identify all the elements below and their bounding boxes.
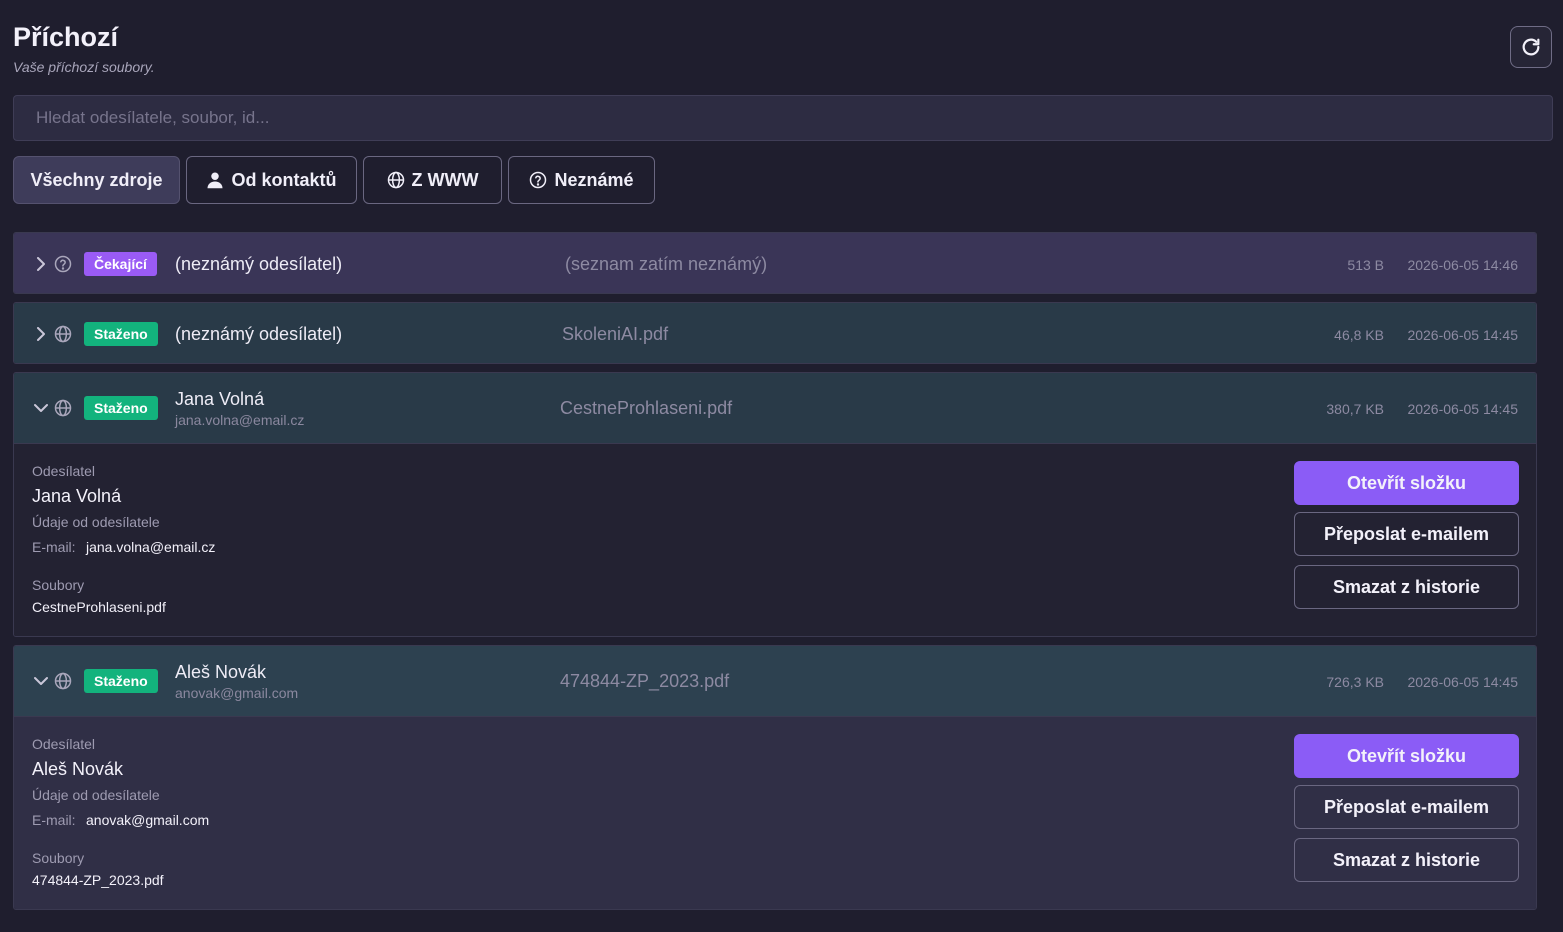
sender-label: Odesílatel xyxy=(32,736,96,752)
file-name: 474844-ZP_2023.pdf xyxy=(560,671,730,691)
row-header[interactable]: Čekající (neznámý odesílatel) (seznam za… xyxy=(14,233,1536,293)
sender-name: (neznámý odesílatel) xyxy=(175,324,343,344)
row-details: Odesílatel Jana Volná Údaje od odesílate… xyxy=(14,443,1536,636)
timestamp: 2026-06-05 14:45 xyxy=(1407,327,1518,343)
globe-icon xyxy=(387,171,404,189)
source-filter-bar: Všechny zdroje Od kontaktů Z WWW Neznámé xyxy=(13,156,655,204)
file-size: 46,8 KB xyxy=(1334,327,1384,343)
sender-name: Jana Volná xyxy=(175,389,265,409)
file-size: 380,7 KB xyxy=(1326,401,1384,417)
chevron-down-icon[interactable] xyxy=(34,401,48,415)
detail-email: anovak@gmail.com xyxy=(86,812,210,828)
filter-label: Z WWW xyxy=(411,169,479,190)
globe-icon xyxy=(54,672,72,690)
status-badge: Staženo xyxy=(84,322,158,346)
email-label: E-mail: xyxy=(32,539,76,555)
delete-history-button[interactable]: Smazat z historie xyxy=(1294,838,1519,882)
chevron-right-icon[interactable] xyxy=(34,257,48,271)
page-subtitle: Vaše příchozí soubory. xyxy=(13,59,155,75)
detail-file: CestneProhlaseni.pdf xyxy=(32,599,166,615)
sender-name: Aleš Novák xyxy=(175,662,267,682)
status-badge: Staženo xyxy=(84,669,158,693)
detail-sender-name: Aleš Novák xyxy=(32,759,124,779)
sender-name: (neznámý odesílatel) xyxy=(175,254,343,274)
question-circle-icon xyxy=(530,171,547,189)
refresh-button[interactable] xyxy=(1510,26,1552,68)
timestamp: 2026-06-05 14:46 xyxy=(1407,257,1518,273)
sender-label: Odesílatel xyxy=(32,463,96,479)
status-badge: Čekající xyxy=(84,252,157,276)
files-label: Soubory xyxy=(32,577,85,593)
filter-label: Od kontaktů xyxy=(231,169,337,190)
detail-file: 474844-ZP_2023.pdf xyxy=(32,872,164,888)
filter-label: Všechny zdroje xyxy=(30,169,163,190)
filter-from-www[interactable]: Z WWW xyxy=(363,156,502,204)
file-size: 513 B xyxy=(1347,257,1384,273)
open-folder-button[interactable]: Otevřít složku xyxy=(1294,461,1519,505)
list-item[interactable]: Staženo Aleš Novák anovak@gmail.com 4748… xyxy=(13,645,1537,910)
file-name: (seznam zatím neznámý) xyxy=(565,254,768,274)
files-label: Soubory xyxy=(32,850,85,866)
chevron-down-icon[interactable] xyxy=(34,674,48,688)
sender-info-label: Údaje od odesílatele xyxy=(32,787,160,803)
timestamp: 2026-06-05 14:45 xyxy=(1407,674,1518,690)
row-details: Odesílatel Aleš Novák Údaje od odesílate… xyxy=(14,716,1536,909)
search-input[interactable] xyxy=(13,95,1553,141)
status-badge: Staženo xyxy=(84,396,158,420)
globe-icon xyxy=(54,399,72,417)
person-icon xyxy=(207,172,223,189)
sender-email: jana.volna@email.cz xyxy=(175,412,305,428)
open-folder-button[interactable]: Otevřít složku xyxy=(1294,734,1519,778)
list-item[interactable]: Staženo Jana Volná jana.volna@email.cz C… xyxy=(13,372,1537,637)
filter-label: Neznámé xyxy=(554,169,634,190)
file-size: 726,3 KB xyxy=(1326,674,1384,690)
question-circle-icon xyxy=(54,255,72,273)
filter-unknown[interactable]: Neznámé xyxy=(508,156,655,204)
sender-email: anovak@gmail.com xyxy=(175,685,299,701)
chevron-right-icon[interactable] xyxy=(34,327,48,341)
row-header[interactable]: Staženo Jana Volná jana.volna@email.cz C… xyxy=(14,373,1536,443)
globe-icon xyxy=(54,325,72,343)
page-title: Příchozí xyxy=(13,22,119,52)
list-item[interactable]: Čekající (neznámý odesílatel) (seznam za… xyxy=(13,232,1537,294)
detail-email: jana.volna@email.cz xyxy=(86,539,216,555)
email-label: E-mail: xyxy=(32,812,76,828)
detail-sender-name: Jana Volná xyxy=(32,486,122,506)
list-item[interactable]: Staženo (neznámý odesílatel) SkoleniAI.p… xyxy=(13,302,1537,364)
filter-all-sources[interactable]: Všechny zdroje xyxy=(13,156,180,204)
forward-email-button[interactable]: Přeposlat e-mailem xyxy=(1294,785,1519,829)
filter-from-contacts[interactable]: Od kontaktů xyxy=(186,156,357,204)
sender-info-label: Údaje od odesílatele xyxy=(32,514,160,530)
row-header[interactable]: Staženo Aleš Novák anovak@gmail.com 4748… xyxy=(14,646,1536,716)
file-name: SkoleniAI.pdf xyxy=(562,324,669,344)
forward-email-button[interactable]: Přeposlat e-mailem xyxy=(1294,512,1519,556)
delete-history-button[interactable]: Smazat z historie xyxy=(1294,565,1519,609)
refresh-icon xyxy=(1522,38,1540,56)
timestamp: 2026-06-05 14:45 xyxy=(1407,401,1518,417)
file-name: CestneProhlaseni.pdf xyxy=(560,398,733,418)
row-header[interactable]: Staženo (neznámý odesílatel) SkoleniAI.p… xyxy=(14,303,1536,363)
